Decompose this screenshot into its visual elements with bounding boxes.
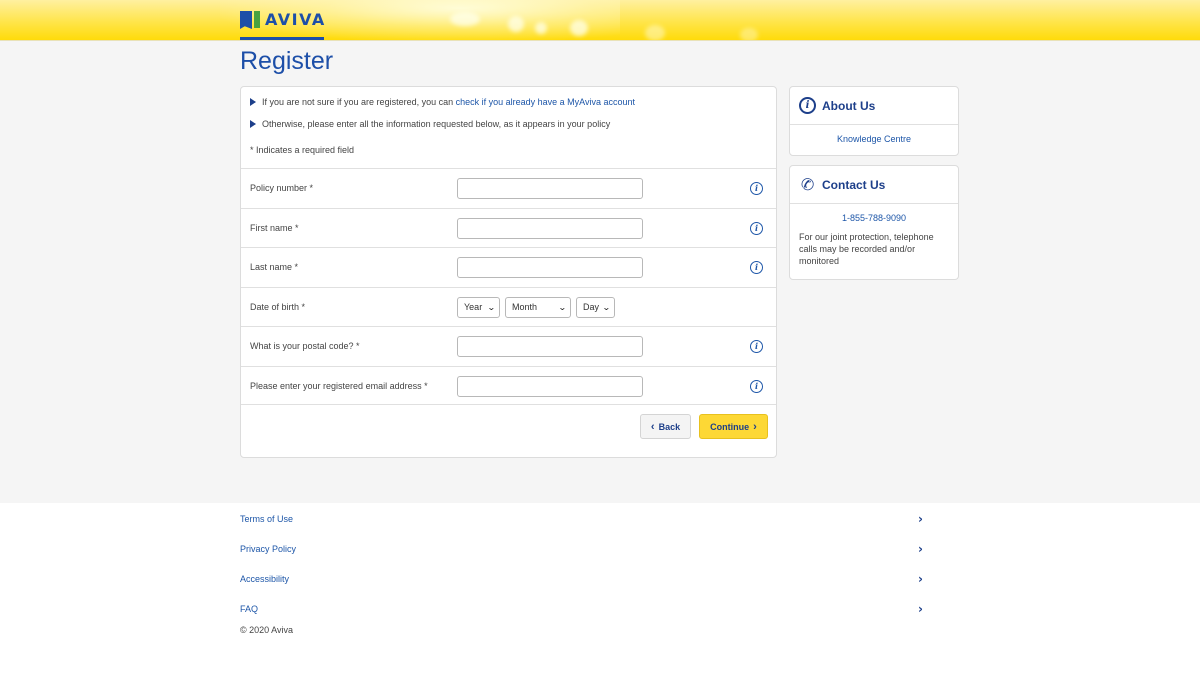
- form-rows: Policy number * i First name * i Last na…: [241, 168, 776, 405]
- header-glow: [570, 20, 588, 36]
- chevron-right-icon: ›: [753, 420, 757, 433]
- copyright: © 2020 Aviva: [240, 625, 294, 635]
- chevron-left-icon: ‹: [650, 420, 655, 433]
- form-row-policy-number: Policy number * i: [241, 168, 776, 208]
- intro-bullet: If you are not sure if you are registere…: [250, 96, 767, 108]
- date-of-birth-selects: Year ⌄ Month ⌄ Day ⌄: [457, 296, 615, 318]
- intro-bullet: Otherwise, please enter all the informat…: [250, 118, 767, 130]
- knowledge-centre-link[interactable]: Knowledge Centre: [790, 134, 958, 144]
- chevron-right-icon[interactable]: ›: [918, 542, 923, 556]
- chevron-right-icon[interactable]: ›: [918, 512, 923, 526]
- header-glow: [508, 16, 524, 32]
- aviva-logo[interactable]: AVIVA: [240, 10, 326, 30]
- logo-underline: [240, 37, 324, 40]
- first-name-input[interactable]: [457, 217, 643, 239]
- form-row-date-of-birth: Date of birth * Year ⌄ Month ⌄ Day ⌄: [241, 286, 776, 327]
- info-icon[interactable]: i: [750, 221, 763, 235]
- header-glow: [645, 25, 665, 40]
- info-icon: i: [799, 97, 816, 114]
- info-icon[interactable]: i: [750, 261, 763, 274]
- call-recording-note: For our joint protection, telephone call…: [799, 232, 934, 266]
- policy-number-label: Policy number *: [250, 183, 314, 193]
- info-icon[interactable]: i: [750, 340, 763, 353]
- aviva-logo-icon: [240, 10, 261, 30]
- chevron-down-icon: ⌄: [602, 302, 612, 312]
- required-field-note: * Indicates a required field: [250, 145, 355, 155]
- chevron-right-icon[interactable]: ›: [918, 602, 923, 616]
- footer-link-accessibility[interactable]: Accessibility: [240, 574, 289, 584]
- contact-us-card: ✆ Contact Us 1-855-788-9090 For our join…: [789, 165, 959, 280]
- form-row-last-name: Last name * i: [241, 247, 776, 287]
- about-us-header: i About Us: [790, 87, 958, 125]
- info-icon[interactable]: i: [750, 182, 763, 195]
- intro: If you are not sure if you are registere…: [241, 87, 776, 156]
- form-row-email: Please enter your registered email addre…: [241, 365, 776, 405]
- bullet-arrow-icon: [250, 98, 256, 106]
- bullet-arrow-icon: [250, 120, 256, 128]
- policy-number-input[interactable]: [457, 178, 643, 199]
- year-select[interactable]: Year ⌄: [457, 296, 500, 318]
- form-row-postal-code: What is your postal code? * i: [241, 326, 776, 366]
- date-of-birth-label: Date of birth *: [250, 301, 306, 312]
- phone-icon: ✆: [799, 175, 816, 195]
- intro-line-2: Otherwise, please enter all the informat…: [262, 119, 611, 129]
- header-glow: [740, 28, 758, 40]
- page-title: Register: [240, 47, 334, 75]
- footer-link-faq[interactable]: FAQ: [240, 604, 258, 614]
- logo-text: AVIVA: [265, 10, 326, 29]
- footer-link-terms[interactable]: Terms of Use: [240, 514, 293, 524]
- form-row-first-name: First name * i: [241, 207, 776, 248]
- first-name-label: First name *: [250, 222, 299, 233]
- chevron-right-icon[interactable]: ›: [918, 572, 923, 586]
- footer-link-privacy[interactable]: Privacy Policy: [240, 544, 296, 554]
- contact-us-title: Contact Us: [822, 177, 886, 192]
- register-form-card: If you are not sure if you are registere…: [240, 86, 777, 458]
- postal-code-label: What is your postal code? *: [250, 341, 360, 351]
- site-header: [0, 0, 1200, 41]
- continue-button[interactable]: Continue ›: [699, 414, 768, 439]
- email-input[interactable]: [457, 375, 643, 397]
- last-name-input[interactable]: [457, 257, 643, 278]
- check-account-link[interactable]: check if you already have a MyAviva acco…: [456, 97, 635, 107]
- header-glow: [535, 22, 547, 34]
- month-select[interactable]: Month ⌄: [505, 296, 571, 318]
- contact-us-header: ✆ Contact Us: [790, 166, 958, 204]
- phone-number-link[interactable]: 1-855-788-9090: [790, 213, 958, 223]
- back-button[interactable]: ‹ Back: [640, 414, 691, 439]
- about-us-title: About Us: [822, 98, 876, 113]
- postal-code-input[interactable]: [457, 336, 643, 357]
- info-icon[interactable]: i: [750, 379, 763, 393]
- chevron-down-icon: ⌄: [487, 302, 497, 312]
- last-name-label: Last name *: [250, 262, 299, 272]
- day-select[interactable]: Day ⌄: [576, 296, 615, 318]
- intro-line-1: If you are not sure if you are registere…: [262, 97, 636, 107]
- chevron-down-icon: ⌄: [558, 302, 568, 312]
- email-label: Please enter your registered email addre…: [250, 380, 428, 391]
- header-glow: [450, 12, 480, 26]
- about-us-card: i About Us Knowledge Centre: [789, 86, 959, 156]
